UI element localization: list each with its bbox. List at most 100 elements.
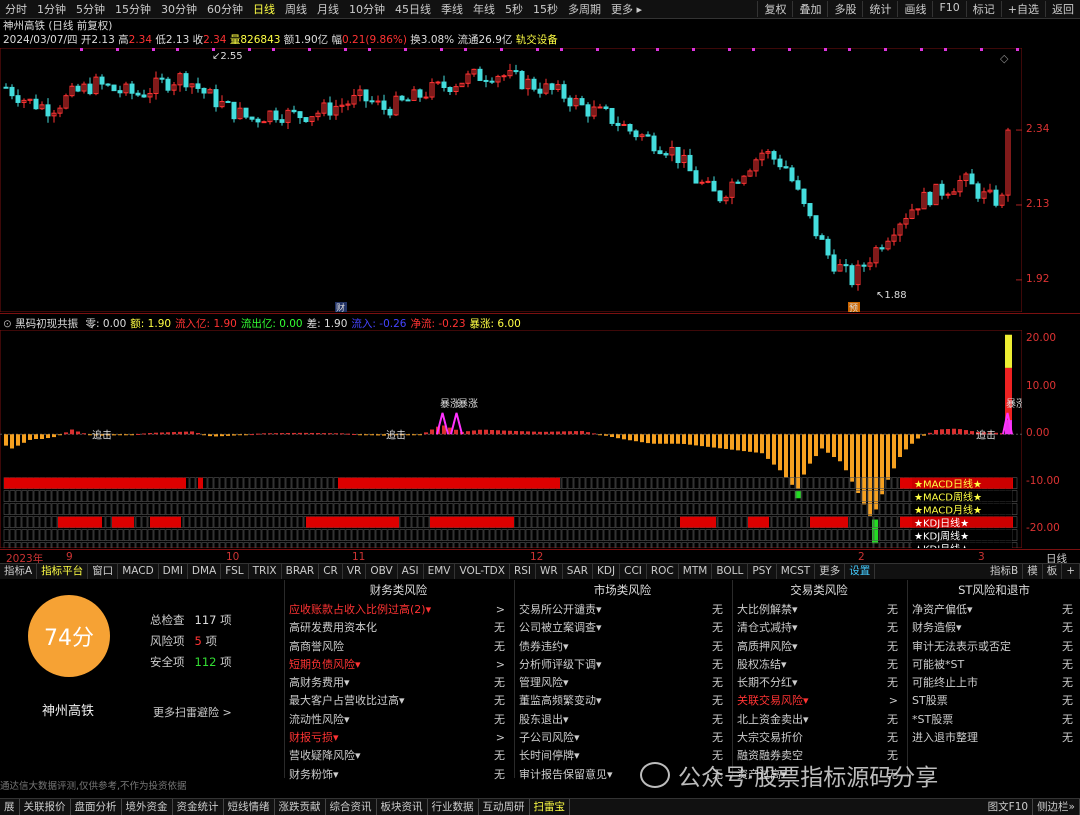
indicator-tab-15[interactable]: RSI (510, 564, 536, 579)
status-tab-11[interactable]: 扫雷宝 (530, 799, 570, 815)
risk-row[interactable]: 董监高频繁变动▾ 无 (515, 692, 730, 710)
indicator-tab-25[interactable]: 更多 (815, 564, 846, 579)
period-10[interactable]: 45日线 (390, 1, 436, 17)
status-tab-1[interactable]: 关联报价 (20, 799, 71, 815)
period-13[interactable]: 5秒 (500, 1, 528, 17)
indicator-tab-0[interactable]: 指标A (0, 564, 38, 579)
risk-row[interactable]: 大比例解禁▾ 无 (733, 601, 905, 619)
indicator-tab-9[interactable]: CR (319, 564, 343, 579)
indicator-tab-17[interactable]: SAR (563, 564, 594, 579)
indicator-tab-20[interactable]: ROC (647, 564, 679, 579)
status-tab-4[interactable]: 资金统计 (173, 799, 224, 815)
toolbar-btn-2[interactable]: 多股 (827, 1, 862, 17)
period-4[interactable]: 30分钟 (156, 1, 202, 17)
period-11[interactable]: 季线 (436, 1, 468, 17)
status-tab-8[interactable]: 板块资讯 (377, 799, 428, 815)
risk-row[interactable]: 清仓式减持▾ 无 (733, 619, 905, 637)
period-12[interactable]: 年线 (468, 1, 500, 17)
status-right-1[interactable]: 侧边栏» (1033, 799, 1080, 815)
indicator-tab-16[interactable]: WR (536, 564, 563, 579)
status-tab-9[interactable]: 行业数据 (428, 799, 479, 815)
risk-row[interactable]: ST股票 无 (908, 692, 1080, 710)
risk-row[interactable]: 交易所公开谴责▾ 无 (515, 601, 730, 619)
period-1[interactable]: 1分钟 (32, 1, 71, 17)
risk-row[interactable]: 分析师评级下调▾ 无 (515, 656, 730, 674)
period-16[interactable]: 更多 ▸ (606, 1, 647, 17)
risk-row[interactable]: 进入退市整理 无 (908, 729, 1080, 747)
toolbar-btn-7[interactable]: +自选 (1000, 1, 1045, 17)
period-3[interactable]: 15分钟 (110, 1, 156, 17)
pane-divider[interactable] (0, 313, 1080, 314)
indicator-tab-14[interactable]: VOL-TDX (455, 564, 510, 579)
indicator-tab-19[interactable]: CCI (620, 564, 647, 579)
tabs-right-2[interactable]: 板 (1043, 564, 1063, 579)
period-5[interactable]: 60分钟 (202, 1, 248, 17)
status-tab-5[interactable]: 短线情绪 (224, 799, 275, 815)
period-7[interactable]: 周线 (280, 1, 312, 17)
toolbar-btn-8[interactable]: 返回 (1045, 1, 1080, 17)
indicator-tab-6[interactable]: FSL (221, 564, 249, 579)
risk-row[interactable]: 财务粉饰▾ 无 (285, 766, 512, 784)
indicator-tab-8[interactable]: BRAR (282, 564, 320, 579)
indicator-collapse-icon[interactable]: ⊙ (3, 318, 12, 330)
risk-row[interactable]: 可能终止上市 无 (908, 674, 1080, 692)
indicator-tab-23[interactable]: PSY (748, 564, 777, 579)
risk-row[interactable]: 流动性风险▾ 无 (285, 711, 512, 729)
toolbar-btn-0[interactable]: 复权 (757, 1, 792, 17)
tabs-right-3[interactable]: + (1062, 564, 1080, 579)
status-tab-6[interactable]: 涨跌贡献 (275, 799, 326, 815)
indicator-tab-2[interactable]: 窗口 (88, 564, 119, 579)
risk-row[interactable]: *ST股票 无 (908, 711, 1080, 729)
risk-row[interactable]: 股权冻结▾ 无 (733, 656, 905, 674)
risk-row[interactable]: 最大客户占营收比过高▾ 无 (285, 692, 512, 710)
period-9[interactable]: 10分钟 (344, 1, 390, 17)
risk-row[interactable]: 应收账款占收入比例过高(2)▾ > (285, 601, 512, 619)
status-tab-2[interactable]: 盘面分析 (71, 799, 122, 815)
risk-row[interactable]: 高质押风险▾ 无 (733, 638, 905, 656)
status-tab-3[interactable]: 境外资金 (122, 799, 173, 815)
indicator-tab-26[interactable]: 设置 (845, 564, 876, 579)
risk-row[interactable]: 高研发费用资本化 无 (285, 619, 512, 637)
more-scan-link[interactable]: 更多扫雷避险 > (153, 704, 232, 720)
risk-row[interactable]: 审计无法表示或否定 无 (908, 638, 1080, 656)
toolbar-btn-4[interactable]: 画线 (897, 1, 932, 17)
tabs-right-0[interactable]: 指标B (986, 564, 1024, 579)
risk-row[interactable]: 股东退出▾ 无 (515, 711, 730, 729)
toolbar-btn-6[interactable]: 标记 (965, 1, 1001, 17)
toolbar-btn-5[interactable]: F10 (932, 1, 965, 17)
risk-row[interactable]: 高商誉风险 无 (285, 638, 512, 656)
indicator-tab-18[interactable]: KDJ (593, 564, 621, 579)
indicator-tab-3[interactable]: MACD (118, 564, 159, 579)
risk-row[interactable]: 财报亏损▾ > (285, 729, 512, 747)
period-14[interactable]: 15秒 (528, 1, 563, 17)
risk-row[interactable]: 净资产偏低▾ 无 (908, 601, 1080, 619)
period-0[interactable]: 分时 (0, 1, 32, 17)
risk-row[interactable]: 高财务费用▾ 无 (285, 674, 512, 692)
risk-row[interactable]: 可能被*ST 无 (908, 656, 1080, 674)
status-tab-10[interactable]: 互动周研 (479, 799, 530, 815)
period-6[interactable]: 日线 (248, 1, 280, 17)
risk-row[interactable]: 关联交易风险▾ > (733, 692, 905, 710)
risk-row[interactable]: 债券违约▾ 无 (515, 638, 730, 656)
indicator-tab-1[interactable]: 指标平台 (37, 564, 89, 579)
risk-row[interactable]: 营收疑降风险▾ 无 (285, 747, 512, 765)
indicator-tab-21[interactable]: MTM (679, 564, 713, 579)
risk-row[interactable]: 公司被立案调查▾ 无 (515, 619, 730, 637)
period-2[interactable]: 5分钟 (71, 1, 110, 17)
risk-row[interactable]: 管理风险▾ 无 (515, 674, 730, 692)
risk-row[interactable]: 财务造假▾ 无 (908, 619, 1080, 637)
indicator-tab-22[interactable]: BOLL (712, 564, 749, 579)
toolbar-btn-1[interactable]: 叠加 (792, 1, 827, 17)
indicator-chart[interactable]: 追击 追击暴涨暴涨追击暴涨★MACD日线★★MACD周线★★MACD月线★★KDJ… (0, 330, 1022, 548)
tabs-right-1[interactable]: 模 (1023, 564, 1043, 579)
risk-row[interactable]: 北上资金卖出▾ 无 (733, 711, 905, 729)
risk-row[interactable]: 大宗交易折价 无 (733, 729, 905, 747)
indicator-tab-13[interactable]: EMV (424, 564, 456, 579)
status-tab-0[interactable]: 展 (0, 799, 20, 815)
indicator-tab-11[interactable]: OBV (366, 564, 398, 579)
status-right-0[interactable]: 图文F10 (984, 799, 1034, 815)
toolbar-btn-3[interactable]: 统计 (862, 1, 897, 17)
period-15[interactable]: 多周期 (563, 1, 606, 17)
risk-row[interactable]: 短期负债风险▾ > (285, 656, 512, 674)
risk-row[interactable]: 长期不分红▾ 无 (733, 674, 905, 692)
